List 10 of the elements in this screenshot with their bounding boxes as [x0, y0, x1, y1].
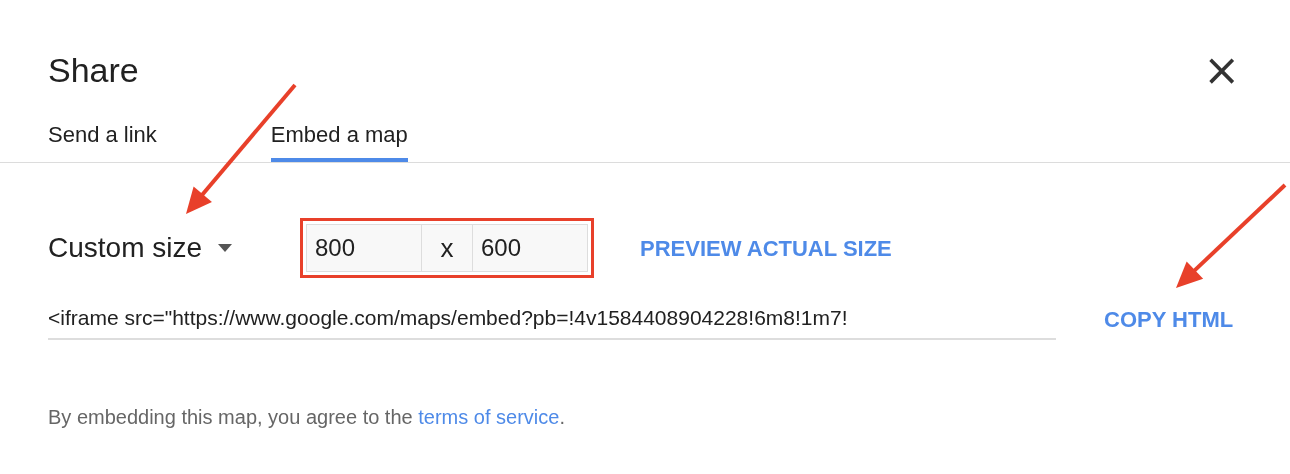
height-input[interactable]: 600	[472, 224, 588, 272]
terms-notice: By embedding this map, you agree to the terms of service.	[47, 405, 566, 430]
size-dropdown[interactable]: Custom size	[48, 227, 300, 269]
dialog-title: Share	[48, 53, 139, 87]
caret-icon	[218, 244, 233, 252]
width-input[interactable]: 800	[306, 224, 422, 272]
times-sign: x	[440, 235, 454, 261]
tab[interactable]: Send a link	[48, 114, 157, 162]
close-button[interactable]: ×	[1203, 48, 1240, 92]
tab[interactable]: Embed a map	[270, 114, 408, 162]
